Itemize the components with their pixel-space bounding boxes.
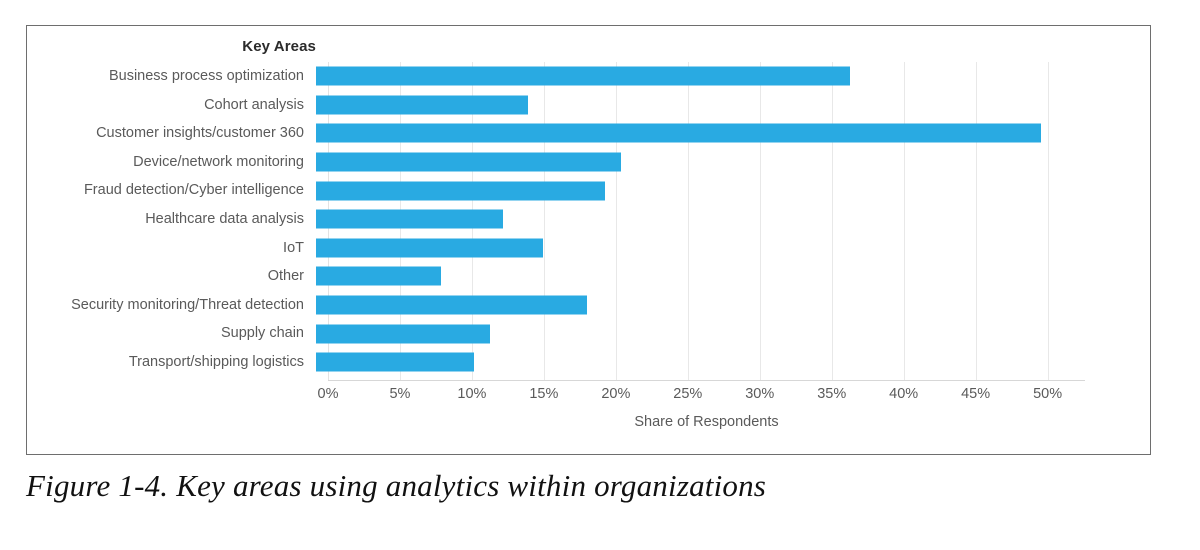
bar-row: Device/network monitoring <box>27 148 1152 177</box>
x-tick-label: 5% <box>389 386 411 402</box>
bar-row: Transport/shipping logistics <box>27 348 1152 377</box>
bar-row: Fraud detection/Cyber intelligence <box>27 176 1152 205</box>
category-label: Device/network monitoring <box>133 153 304 170</box>
x-axis-ticks: 0% 5% 10% 15% 20% 25% 30% 35% 40% 45% 50% <box>318 386 1085 410</box>
category-label: Fraud detection/Cyber intelligence <box>83 182 304 199</box>
chart-legend-title: Key Areas <box>242 38 316 55</box>
x-tick-label: 20% <box>601 386 631 402</box>
bar-row: Cohort analysis <box>27 91 1152 120</box>
bar[interactable] <box>316 66 850 86</box>
category-label: Security monitoring/Threat detection <box>71 296 304 313</box>
x-axis-line <box>328 380 1085 381</box>
bar-row: Healthcare data analysis <box>27 205 1152 234</box>
bar[interactable] <box>316 266 442 286</box>
bar-track <box>316 62 1152 91</box>
category-label: Transport/shipping logistics <box>128 353 304 370</box>
bar-track <box>316 176 1152 205</box>
x-tick-label: 30% <box>745 386 775 402</box>
x-tick-label: 50% <box>1033 386 1063 402</box>
category-label: Cohort analysis <box>204 96 304 113</box>
bar[interactable] <box>316 352 475 372</box>
bar-row: Other <box>27 262 1152 291</box>
bar[interactable] <box>316 152 622 172</box>
bar-row: Business process optimization <box>27 62 1152 91</box>
bar-track <box>316 234 1152 263</box>
bar-row: Customer insights/customer 360 <box>27 119 1152 148</box>
bar[interactable] <box>316 95 528 115</box>
bar-track <box>316 205 1152 234</box>
bar-track <box>316 291 1152 320</box>
plot-area: Business process optimization Cohort anal… <box>27 62 1152 456</box>
bar-row: Security monitoring/Threat detection <box>27 291 1152 320</box>
x-tick-label: 15% <box>529 386 559 402</box>
bar[interactable] <box>316 324 491 344</box>
category-label: Customer insights/customer 360 <box>96 125 304 142</box>
bar-track <box>316 319 1152 348</box>
figure-container: Key Areas Business process optimization C… <box>0 0 1200 550</box>
x-tick-label: 0% <box>317 386 339 402</box>
bar-track <box>316 148 1152 177</box>
bar-track <box>316 119 1152 148</box>
chart-frame: Key Areas Business process optimization C… <box>26 25 1151 455</box>
bar-rows: Business process optimization Cohort anal… <box>27 62 1152 377</box>
category-label: Other <box>267 268 304 285</box>
bar[interactable] <box>316 295 587 315</box>
category-label: Supply chain <box>220 325 304 342</box>
bar[interactable] <box>316 238 544 258</box>
figure-caption: Figure 1-4. Key areas using analytics wi… <box>26 468 767 503</box>
x-axis-title: Share of Respondents <box>634 414 779 430</box>
bar[interactable] <box>316 181 606 201</box>
category-label: Business process optimization <box>108 68 304 85</box>
bar[interactable] <box>316 123 1042 143</box>
bar-row: IoT <box>27 234 1152 263</box>
bar-track <box>316 348 1152 377</box>
x-tick-label: 10% <box>457 386 487 402</box>
category-label: Healthcare data analysis <box>145 211 304 228</box>
bar[interactable] <box>316 209 504 229</box>
bar-track <box>316 91 1152 120</box>
x-tick-label: 45% <box>961 386 991 402</box>
x-tick-label: 25% <box>673 386 703 402</box>
bar-row: Supply chain <box>27 319 1152 348</box>
bar-track <box>316 262 1152 291</box>
x-tick-label: 35% <box>817 386 847 402</box>
x-tick-label: 40% <box>889 386 919 402</box>
category-label: IoT <box>283 239 304 256</box>
